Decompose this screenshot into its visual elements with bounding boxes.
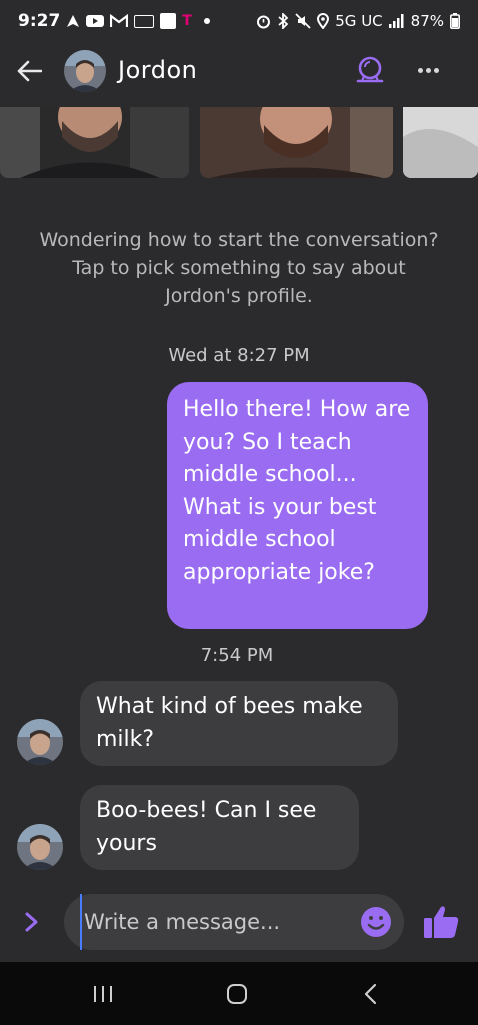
news-app-icon	[134, 14, 155, 28]
video-call-button[interactable]	[354, 54, 386, 86]
youtube-icon	[86, 15, 105, 27]
mute-icon	[295, 13, 311, 29]
jordan-app-icon	[160, 13, 177, 29]
profile-photo[interactable]	[200, 107, 393, 178]
location-icon	[317, 13, 330, 29]
sender-avatar[interactable]	[17, 824, 63, 870]
emoji-button[interactable]	[360, 906, 392, 938]
conversation-starter-prompt[interactable]: Wondering how to start the conversation?…	[36, 226, 442, 310]
nav-recents-button[interactable]	[83, 980, 123, 1008]
back-button[interactable]	[14, 56, 44, 86]
message-timestamp: Wed at 8:27 PM	[168, 345, 310, 366]
status-bar: 9:27 T 5G UC 87%	[0, 0, 478, 42]
battery-icon	[450, 13, 460, 29]
arrow-left-icon	[17, 60, 42, 82]
nav-home-button[interactable]	[217, 980, 257, 1008]
chevron-right-icon	[25, 912, 38, 932]
bluetooth-icon	[278, 13, 289, 29]
avatar-image	[64, 50, 106, 92]
avatar-image	[17, 719, 63, 765]
profile-photo-strip[interactable]	[0, 107, 478, 179]
video-call-icon	[356, 56, 384, 83]
more-horizontal-icon	[417, 67, 423, 73]
nav-back-icon	[364, 983, 377, 1005]
incoming-message-bubble[interactable]: Boo-bees! Can I see yours	[80, 785, 359, 870]
navigation-arrow-icon	[67, 15, 80, 27]
conversation-header: Jordon	[0, 42, 478, 100]
message-timestamp: 7:54 PM	[200, 645, 274, 666]
notification-dot-icon	[203, 18, 210, 24]
expand-actions-button[interactable]	[18, 908, 46, 936]
home-icon	[227, 984, 247, 1004]
tmobile-icon: T	[182, 13, 192, 29]
system-nav-bar	[0, 962, 478, 1025]
thumbs-up-icon	[424, 906, 459, 938]
outgoing-message-bubble[interactable]: Hello there! How are you? So I teach mid…	[167, 382, 428, 629]
photo-image	[200, 107, 393, 178]
avatar-image	[17, 824, 63, 870]
battery-percent: 87%	[410, 12, 444, 30]
contact-avatar[interactable]	[64, 50, 106, 92]
gmail-icon	[110, 14, 129, 27]
message-input-container	[64, 894, 404, 950]
profile-photo[interactable]	[0, 107, 189, 178]
alarm-icon	[257, 15, 271, 28]
network-label: 5G UC	[335, 12, 383, 30]
signal-icon	[388, 14, 404, 28]
message-input[interactable]	[80, 894, 350, 950]
sender-avatar[interactable]	[17, 719, 63, 765]
nav-back-button[interactable]	[351, 980, 391, 1008]
profile-photo[interactable]	[403, 107, 478, 178]
send-like-button[interactable]	[422, 904, 460, 940]
emoji-smile-icon	[361, 907, 391, 937]
message-composer	[0, 888, 478, 958]
status-time: 9:27	[18, 11, 61, 31]
recents-icon	[94, 986, 112, 1002]
photo-image	[0, 107, 189, 178]
photo-image	[403, 107, 478, 178]
incoming-message-bubble[interactable]: What kind of bees make milk?	[80, 681, 398, 766]
contact-name[interactable]: Jordon	[118, 56, 197, 84]
more-options-button[interactable]	[412, 54, 444, 86]
